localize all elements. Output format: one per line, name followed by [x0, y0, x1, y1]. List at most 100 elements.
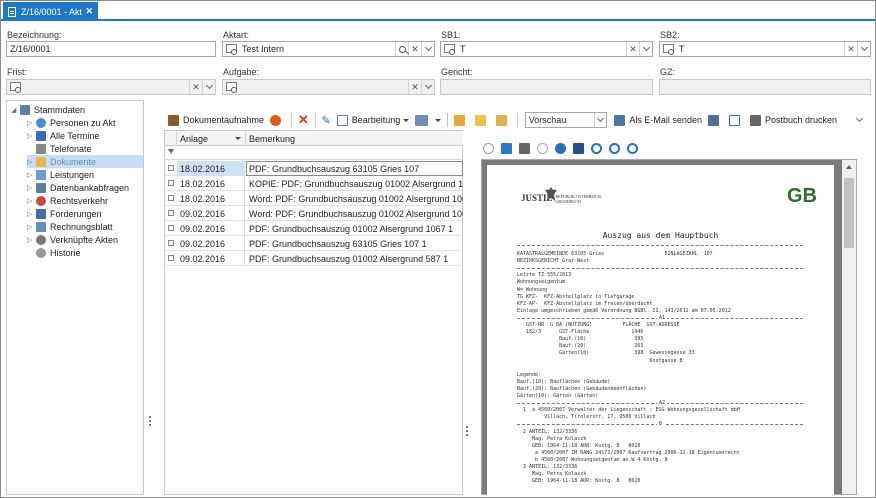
tab-akt[interactable]: Z/16/0001 - Akt ✕	[3, 2, 98, 21]
edit-button[interactable]: ✎	[319, 111, 334, 129]
delete-button[interactable]: ✕	[295, 111, 312, 129]
zoom-out-icon[interactable]	[591, 142, 602, 154]
frist-field[interactable]: ✕	[6, 79, 216, 95]
row-checkbox[interactable]	[168, 195, 174, 201]
bezeichnung-field[interactable]: Z/16/0001	[6, 41, 216, 57]
tree-item-verknuepfte-akten[interactable]: ▷ Verknüpfte Akten	[27, 233, 118, 246]
sb2-clear-button[interactable]: ✕	[844, 42, 857, 56]
expand-arrow-icon[interactable]: ▷	[27, 132, 36, 140]
expand-arrow-icon[interactable]: ▷	[27, 210, 36, 218]
bearbeitung-menu[interactable]: Bearbeitung	[334, 111, 413, 129]
page-up-icon[interactable]	[537, 142, 548, 154]
new-folder-button[interactable]	[451, 111, 472, 129]
tree-item-dokumente[interactable]: ▷ Dokumente	[27, 155, 143, 168]
preview-pane[interactable]: JUSTIZ REPUBLIK ÖSTERREICH GRUNDBUCH GB Au…	[481, 159, 857, 496]
document-icon	[8, 6, 16, 17]
expand-arrow-icon[interactable]: ▷	[27, 223, 36, 231]
aktart-search-button[interactable]	[395, 42, 408, 56]
splitter-grip[interactable]	[149, 416, 152, 426]
dokumentaufnahme-button[interactable]: Dokumentaufnahme	[165, 111, 267, 129]
sb2-dropdown-button[interactable]	[857, 42, 870, 56]
document-line: Bauf.(10) 385	[517, 336, 644, 343]
filter-row[interactable]	[165, 146, 463, 160]
scroll-up-icon[interactable]	[846, 165, 852, 169]
tree-item-datenbankabfragen[interactable]: ▷ Datenbankabfragen	[27, 181, 129, 194]
tree-item-rechnungsblatt[interactable]: ▷ Rechnungsblatt	[27, 220, 113, 233]
row-checkbox[interactable]	[168, 240, 174, 246]
aktart-clear-button[interactable]: ✕	[408, 42, 421, 56]
zoom-in-icon[interactable]	[609, 142, 620, 154]
tree-item-termine[interactable]: ▷ Alle Termine	[27, 129, 99, 142]
open-folder-button[interactable]	[472, 111, 493, 129]
table-row[interactable]: 18.02.2016 PDF: Grundbuchsauszug 63105 Gr…	[165, 161, 463, 176]
expand-arrow-icon[interactable]: ▷	[27, 158, 36, 166]
column-header-bemerkung[interactable]: Bemerkung	[246, 131, 463, 146]
chevron-down-icon	[205, 81, 213, 90]
row-checkbox[interactable]	[168, 225, 174, 231]
find-icon[interactable]	[573, 142, 584, 154]
print-icon[interactable]	[519, 142, 530, 154]
sb2-field[interactable]: T ✕	[659, 41, 871, 57]
tree-item-rechtsverkehr[interactable]: ▷ Rechtsverkehr	[27, 194, 108, 207]
frist-dropdown-button[interactable]	[202, 80, 215, 94]
aufgabe-clear-button[interactable]: ✕	[408, 80, 421, 94]
scrollbar-thumb[interactable]	[844, 178, 854, 248]
row-checkbox[interactable]	[168, 165, 174, 171]
tree-item-leistungen[interactable]: ▷ Leistungen	[27, 168, 94, 181]
table-row[interactable]: 09.02.2016 PDF: Grundbuchsauszug 63105 Gr…	[165, 236, 463, 251]
expand-arrow-icon[interactable]: ▷	[27, 119, 36, 127]
bug-button[interactable]	[267, 111, 288, 129]
document-line: Mag. Petra Kolaszk	[517, 471, 587, 478]
preview-scrollbar[interactable]	[842, 160, 856, 494]
tree-item-telefonate[interactable]: Telefonate	[27, 142, 92, 155]
export-button[interactable]	[726, 111, 747, 129]
collapse-arrow-icon[interactable]: ◢	[11, 106, 20, 114]
close-icon[interactable]: ✕	[85, 6, 93, 17]
aufgabe-dropdown-button[interactable]	[421, 80, 434, 94]
tree-item-personen[interactable]: ▷ Personen zu Akt	[27, 116, 116, 129]
table-row[interactable]: 18.02.2016 KOPIE: PDF: Grundbuchsauszug 0…	[165, 176, 463, 191]
table-row[interactable]: 09.02.2016 Word: PDF: Grundbuchsauszug 01…	[165, 206, 463, 221]
sort-icon	[235, 137, 241, 140]
table-row[interactable]: 09.02.2016 PDF: Grundbuchsauszug 01002 A…	[165, 221, 463, 236]
gericht-field[interactable]	[440, 79, 653, 95]
aktart-field[interactable]: Test Intern ✕	[222, 41, 435, 57]
aufgabe-field[interactable]: ✕	[222, 79, 435, 95]
row-checkbox[interactable]	[168, 210, 174, 216]
tree-root-stammdaten[interactable]: ◢ Stammdaten	[11, 103, 85, 116]
frist-clear-button[interactable]: ✕	[189, 80, 202, 94]
row-checkbox[interactable]	[168, 255, 174, 261]
cell-anlage: 09.02.2016	[177, 251, 245, 266]
expand-arrow-icon[interactable]: ▷	[27, 197, 36, 205]
expand-arrow-icon[interactable]: ▷	[27, 184, 36, 192]
email-button[interactable]: Als E-Mail senden	[611, 111, 705, 129]
view-select-dropdown[interactable]	[594, 113, 606, 127]
postbuch-button[interactable]: Postbuch drucken	[747, 111, 840, 129]
sb1-clear-button[interactable]: ✕	[626, 42, 639, 56]
table-row[interactable]: 09.02.2016 PDF: Grundbuchsauszug 01002 Al…	[165, 251, 463, 266]
row-checkbox[interactable]	[168, 180, 174, 186]
format-menu[interactable]	[412, 111, 444, 129]
frist-label: Frist:	[7, 67, 27, 77]
table-row[interactable]: 18.02.2016 Word: PDF: Grundbuchsauszug 01…	[165, 191, 463, 206]
gericht-label: Gericht:	[441, 67, 473, 77]
page-down-icon[interactable]	[555, 142, 566, 154]
toolbar-overflow-button[interactable]	[854, 111, 865, 129]
expand-arrow-icon[interactable]: ▷	[27, 171, 36, 179]
tree-item-forderungen[interactable]: ▷ Forderungen	[27, 207, 102, 220]
sb1-dropdown-button[interactable]	[639, 42, 652, 56]
splitter-grip[interactable]	[466, 426, 469, 436]
windows-icon[interactable]	[501, 142, 512, 154]
zoom-fit-icon[interactable]	[627, 142, 638, 154]
expand-arrow-icon[interactable]: ▷	[27, 236, 36, 244]
sb1-field[interactable]: T ✕	[440, 41, 653, 57]
calculator-button[interactable]	[705, 111, 726, 129]
aktart-dropdown-button[interactable]	[421, 42, 434, 56]
back-icon[interactable]	[483, 142, 494, 154]
gz-field[interactable]	[659, 79, 871, 95]
column-header-anlage[interactable]: Anlage	[177, 131, 246, 146]
view-select[interactable]: Vorschau	[524, 112, 608, 128]
tree-item-historie[interactable]: Historie	[27, 246, 81, 259]
clipboard-button[interactable]	[493, 111, 514, 129]
chevron-down-icon	[855, 114, 864, 123]
